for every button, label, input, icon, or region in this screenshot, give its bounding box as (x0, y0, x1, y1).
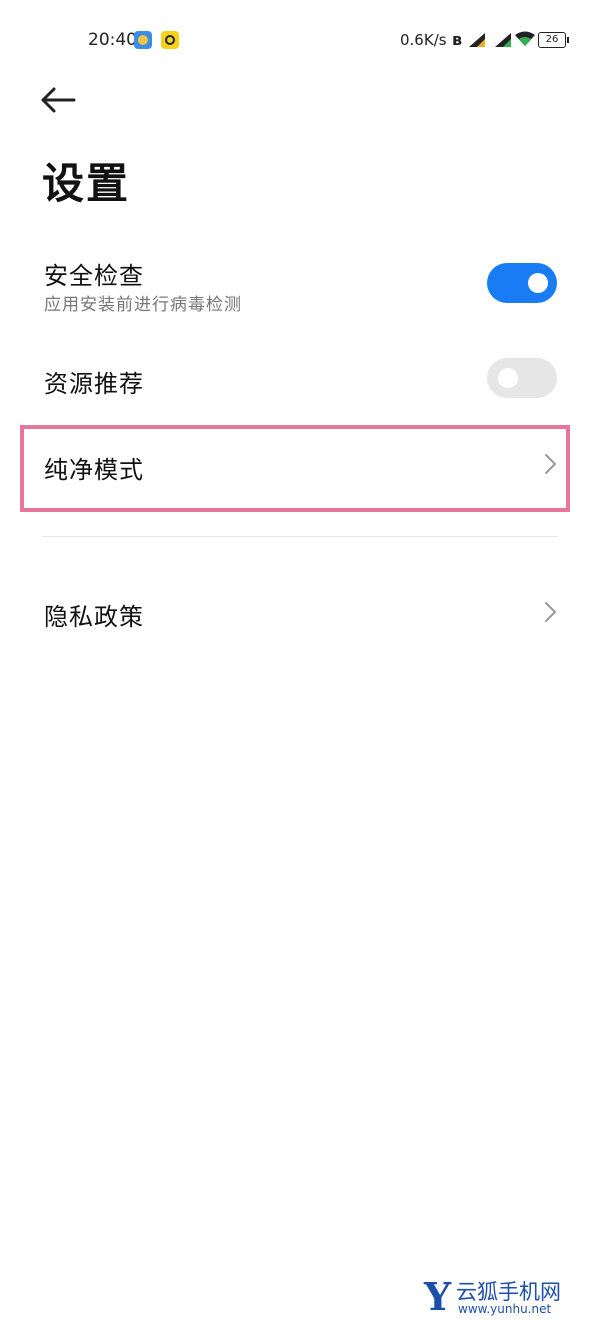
signal-icon (469, 33, 485, 47)
page-title: 设置 (42, 159, 131, 208)
watermark-logo: Y 云狐手机网 www.yunhu.net (424, 1274, 594, 1320)
status-bar: 20:40 0.6K/s ʙ 26 (0, 0, 600, 80)
watermark-url: www.yunhu.net (458, 1302, 552, 1316)
bluetooth-icon: ʙ (452, 30, 463, 49)
app-notification-icon (134, 31, 152, 49)
toggle-knob (528, 273, 548, 293)
watermark-letter: Y (424, 1274, 452, 1319)
setting-title: 安全检查 (44, 262, 144, 290)
network-speed: 0.6K/s (400, 31, 447, 49)
divider (42, 536, 558, 537)
status-time: 20:40 (88, 30, 137, 50)
setting-title: 资源推荐 (44, 370, 144, 398)
setting-resource-recommend[interactable]: 资源推荐 (0, 340, 600, 420)
highlight-box (20, 425, 570, 512)
setting-security-check[interactable]: 安全检查 应用安装前进行病毒检测 (0, 240, 600, 330)
signal-icon (495, 33, 511, 47)
setting-privacy-policy[interactable]: 隐私政策 (0, 575, 600, 655)
setting-title: 隐私政策 (44, 603, 144, 631)
resource-recommend-toggle[interactable] (487, 358, 557, 398)
arrow-left-icon[interactable] (38, 84, 78, 116)
battery-icon: 26 (538, 32, 569, 48)
chevron-right-icon (545, 602, 556, 622)
toggle-knob (498, 368, 518, 388)
app-notification-icon (161, 31, 179, 49)
security-check-toggle[interactable] (487, 263, 557, 303)
wifi-icon (515, 31, 535, 46)
setting-subtitle: 应用安装前进行病毒检测 (44, 295, 242, 315)
